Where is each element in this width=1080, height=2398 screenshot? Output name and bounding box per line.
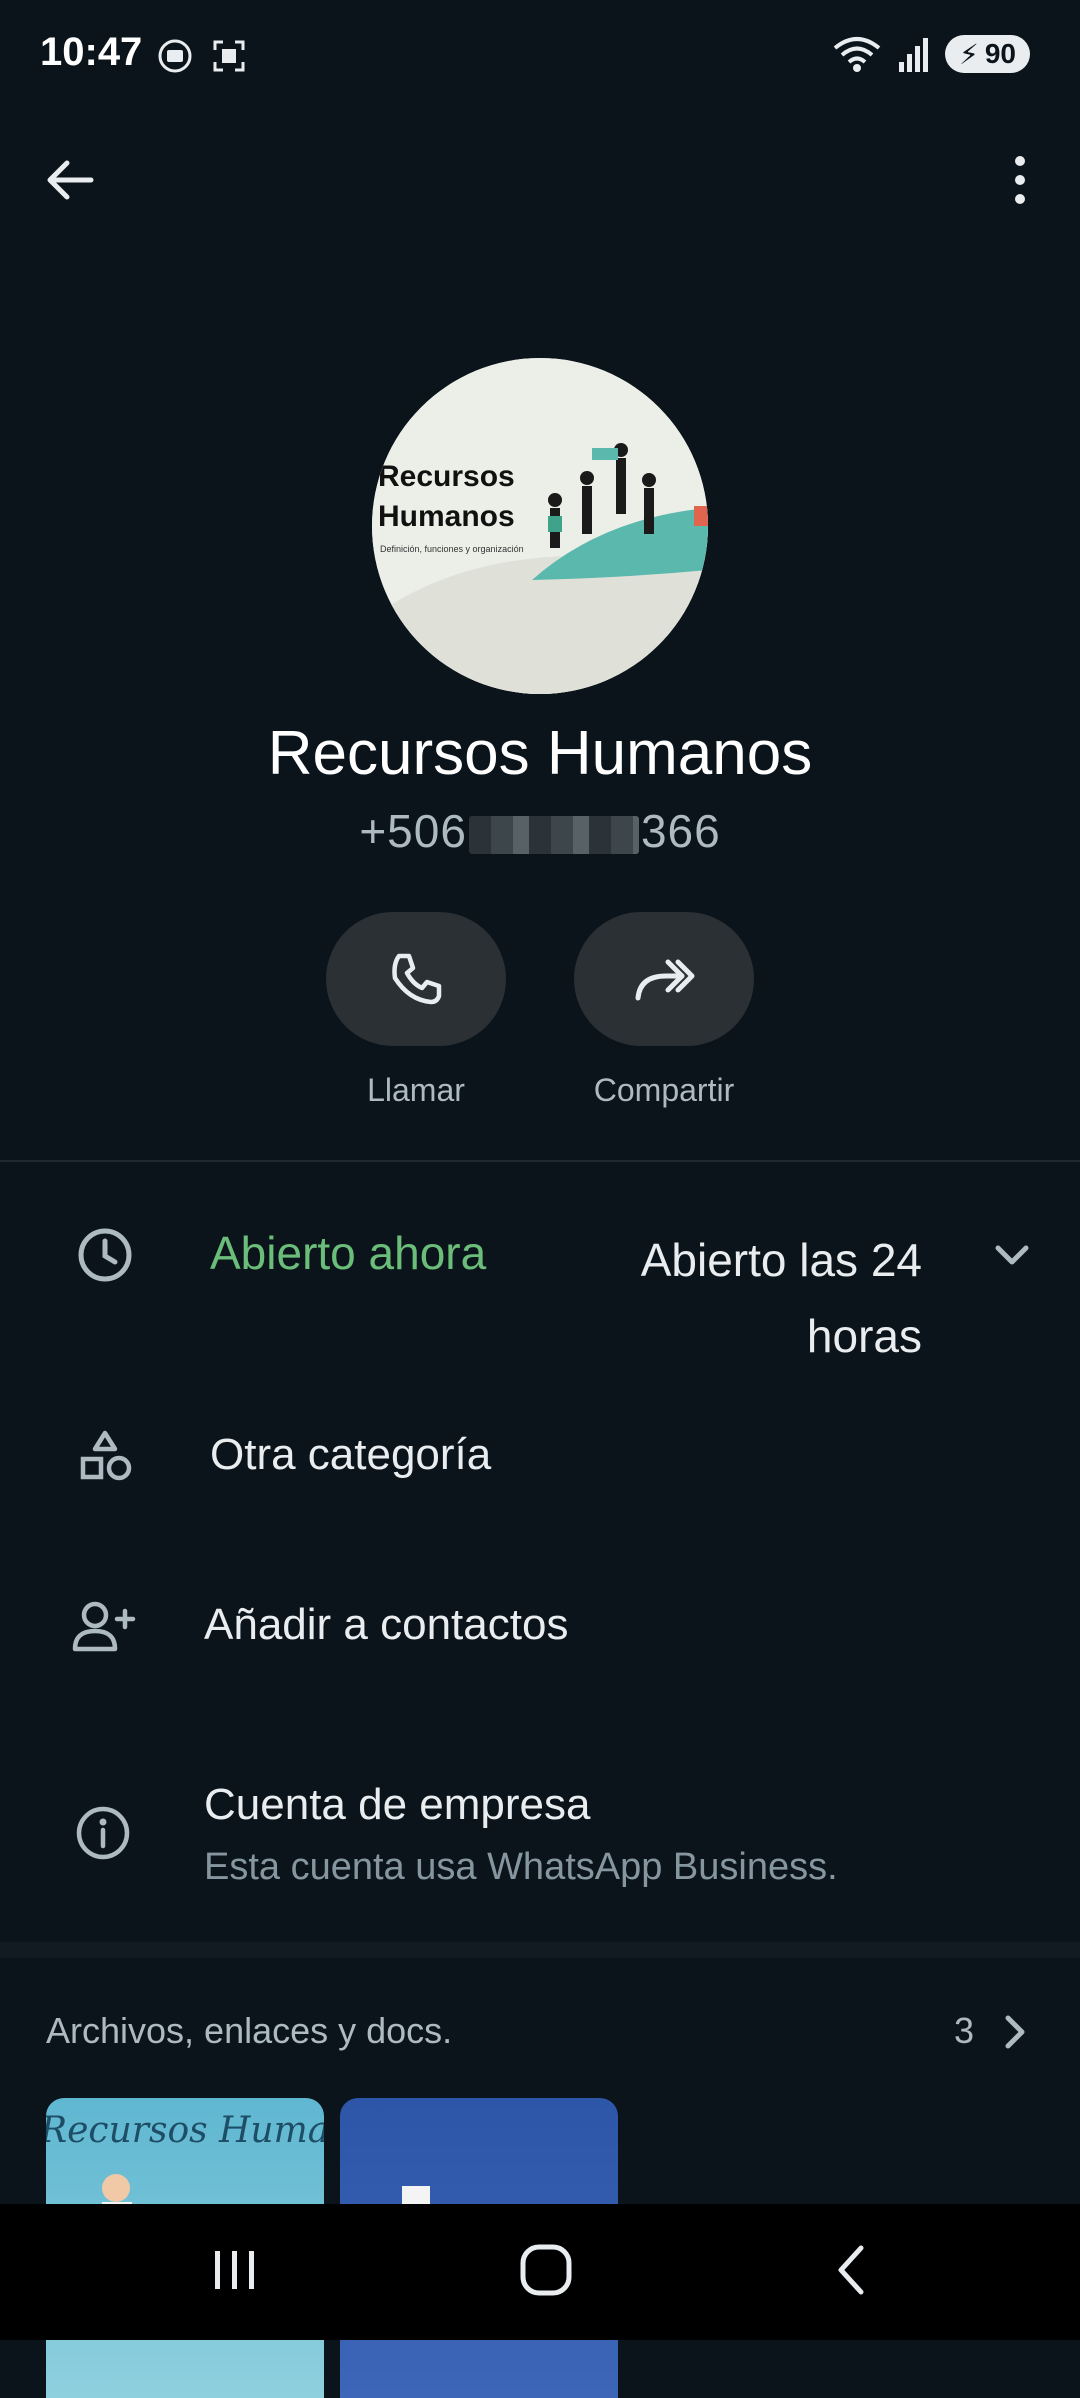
avatar-title-line1: Recursos [378, 460, 515, 493]
thumbnail-text: Recursos Humanos [46, 2110, 324, 2151]
status-bar: 10:47 ⚡ 90 [0, 0, 1080, 110]
divider [0, 1160, 1080, 1162]
more-options-button[interactable] [980, 140, 1060, 220]
share-button[interactable] [574, 912, 754, 1046]
call-action[interactable]: Llamar [326, 912, 506, 1109]
hours-value: Abierto las 24 horas [640, 1234, 922, 1362]
more-vert-icon [1015, 156, 1025, 204]
back-button[interactable] [30, 140, 110, 220]
info-icon [68, 1798, 138, 1868]
recent-apps-icon [214, 2250, 254, 2289]
battery-indicator: ⚡ 90 [945, 35, 1030, 73]
share-label: Compartir [593, 1072, 735, 1108]
hours-status: Abierto ahora [210, 1227, 487, 1279]
media-title: Archivos, enlaces y docs. [46, 2010, 453, 2051]
contact-name: Recursos Humanos [267, 719, 813, 788]
add-contact-label: Añadir a contactos [204, 1600, 569, 1649]
call-button[interactable] [326, 912, 506, 1046]
clock-icon [70, 1220, 140, 1290]
call-label: Llamar [367, 1072, 465, 1108]
add-person-icon [68, 1592, 138, 1662]
category-label: Otra categoría [210, 1430, 492, 1479]
status-time: 10:47 [40, 30, 143, 74]
contact-phone: +506 366 [359, 805, 721, 857]
redacted-digits [468, 815, 639, 854]
avatar-subtitle: Definición, funciones y organización [380, 544, 524, 554]
back-nav-button[interactable] [831, 2242, 871, 2303]
chevron-down-icon[interactable] [990, 1232, 1034, 1281]
system-navigation-bar [0, 2204, 1080, 2340]
screenshot-icon [213, 40, 245, 72]
profile-avatar[interactable]: Recursos Humanos Definición, funciones y… [372, 358, 708, 694]
chevron-right-icon [994, 2012, 1034, 2057]
share-icon [635, 959, 695, 1001]
signal-icon [899, 38, 929, 72]
wifi-icon [833, 37, 881, 72]
media-count: 3 [953, 2010, 974, 2051]
business-title: Cuenta de empresa [204, 1780, 591, 1829]
recent-apps-button[interactable] [209, 2247, 261, 2298]
share-action[interactable]: Compartir [574, 912, 754, 1109]
avatar-title-line2: Humanos [378, 500, 515, 533]
shapes-icon [70, 1422, 140, 1492]
home-icon [520, 2244, 572, 2295]
charging-icon: ⚡ [959, 38, 979, 70]
section-divider [0, 1942, 1080, 1958]
chevron-left-icon [838, 2245, 864, 2294]
business-subtitle: Esta cuenta usa WhatsApp Business. [204, 1846, 838, 1888]
phone-icon [392, 953, 442, 1005]
home-button[interactable] [518, 2242, 574, 2303]
arrow-back-icon [47, 160, 94, 200]
screen-record-icon [158, 39, 192, 73]
